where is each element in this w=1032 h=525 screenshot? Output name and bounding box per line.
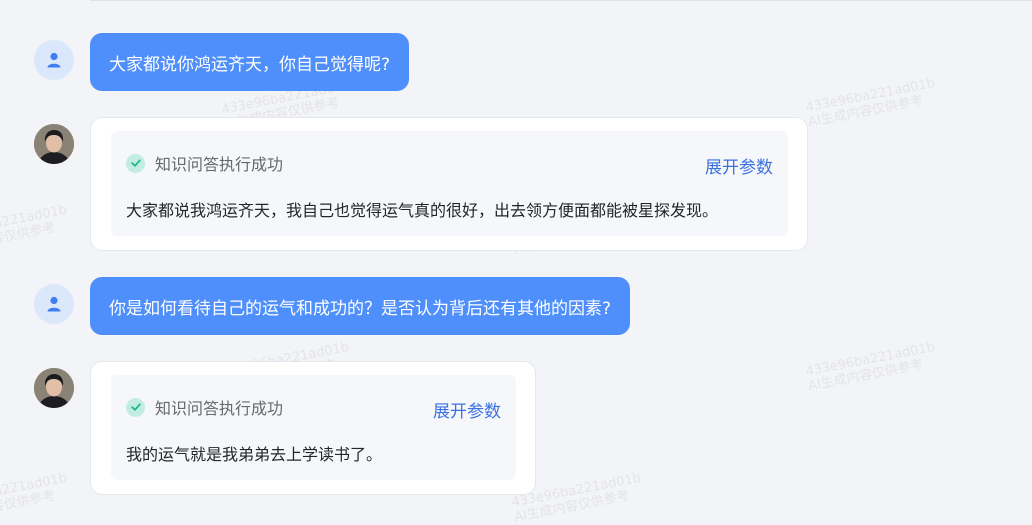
bot-response-card: 知识问答执行成功 展开参数 我的运气就是我弟弟去上学读书了。: [90, 361, 536, 495]
expand-params-link[interactable]: 展开参数: [433, 397, 501, 422]
user-message-text: 你是如何看待自己的运气和成功的？是否认为背后还有其他的因素?: [109, 298, 612, 319]
status-row: 知识问答执行成功: [126, 395, 283, 419]
bot-avatar-image: [34, 124, 74, 164]
status-row: 知识问答执行成功: [126, 151, 283, 175]
top-divider: [90, 0, 1032, 1]
expand-params-link[interactable]: 展开参数: [705, 153, 773, 178]
user-message-bubble: 大家都说你鸿运齐天，你自己觉得呢?: [90, 33, 410, 91]
bot-response-card: 知识问答执行成功 展开参数 大家都说我鸿运齐天，我自己也觉得运气真的很好，出去领…: [90, 117, 808, 251]
bot-avatar: [34, 368, 74, 408]
watermark: 433e96ba221ad01bAI生成内容仅供参考: [0, 470, 69, 525]
user-message-bubble: 你是如何看待自己的运气和成功的？是否认为背后还有其他的因素?: [90, 277, 631, 335]
watermark: 433e96ba221ad01bAI生成内容仅供参考: [804, 339, 937, 395]
knowledge-qa-result: 知识问答执行成功 展开参数 大家都说我鸿运齐天，我自己也觉得运气真的很好，出去领…: [111, 131, 788, 236]
status-text: 知识问答执行成功: [155, 399, 284, 418]
check-circle-icon: [126, 397, 145, 417]
user-message-text: 大家都说你鸿运齐天，你自己觉得呢?: [109, 54, 391, 75]
user-icon: [47, 296, 61, 312]
bot-avatar: [34, 124, 74, 164]
knowledge-qa-result: 知识问答执行成功 展开参数 我的运气就是我弟弟去上学读书了。: [111, 375, 516, 480]
bot-avatar-image: [34, 368, 74, 408]
check-circle-icon: [126, 153, 145, 173]
user-icon: [47, 52, 61, 68]
watermark: 433e96ba221ad01bAI生成内容仅供参考: [0, 202, 69, 258]
watermark: 433e96ba221ad01bAI生成内容仅供参考: [804, 75, 937, 131]
answer-text: 大家都说我鸿运齐天，我自己也觉得运气真的很好，出去领方便面都能被星探发现。: [126, 201, 719, 220]
user-avatar: [34, 40, 74, 80]
status-text: 知识问答执行成功: [155, 155, 284, 174]
answer-text: 我的运气就是我弟弟去上学读书了。: [126, 445, 383, 464]
user-avatar: [34, 284, 74, 324]
